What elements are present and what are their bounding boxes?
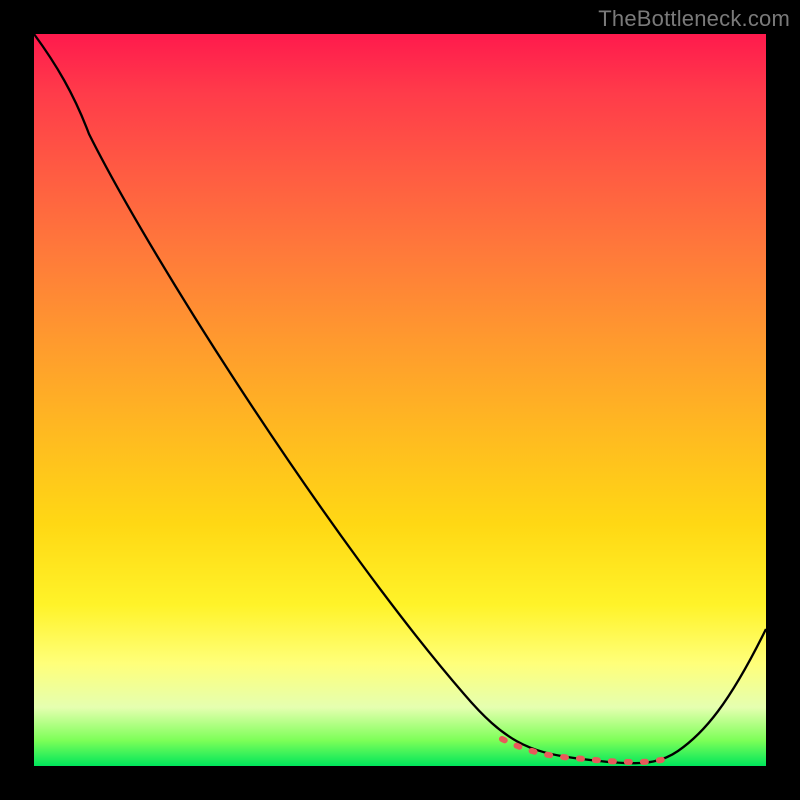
bottleneck-curve [34, 34, 766, 763]
watermark-label: TheBottleneck.com [598, 6, 790, 32]
curve-svg [34, 34, 766, 766]
chart-frame: TheBottleneck.com [0, 0, 800, 800]
plot-gradient-area [34, 34, 766, 766]
